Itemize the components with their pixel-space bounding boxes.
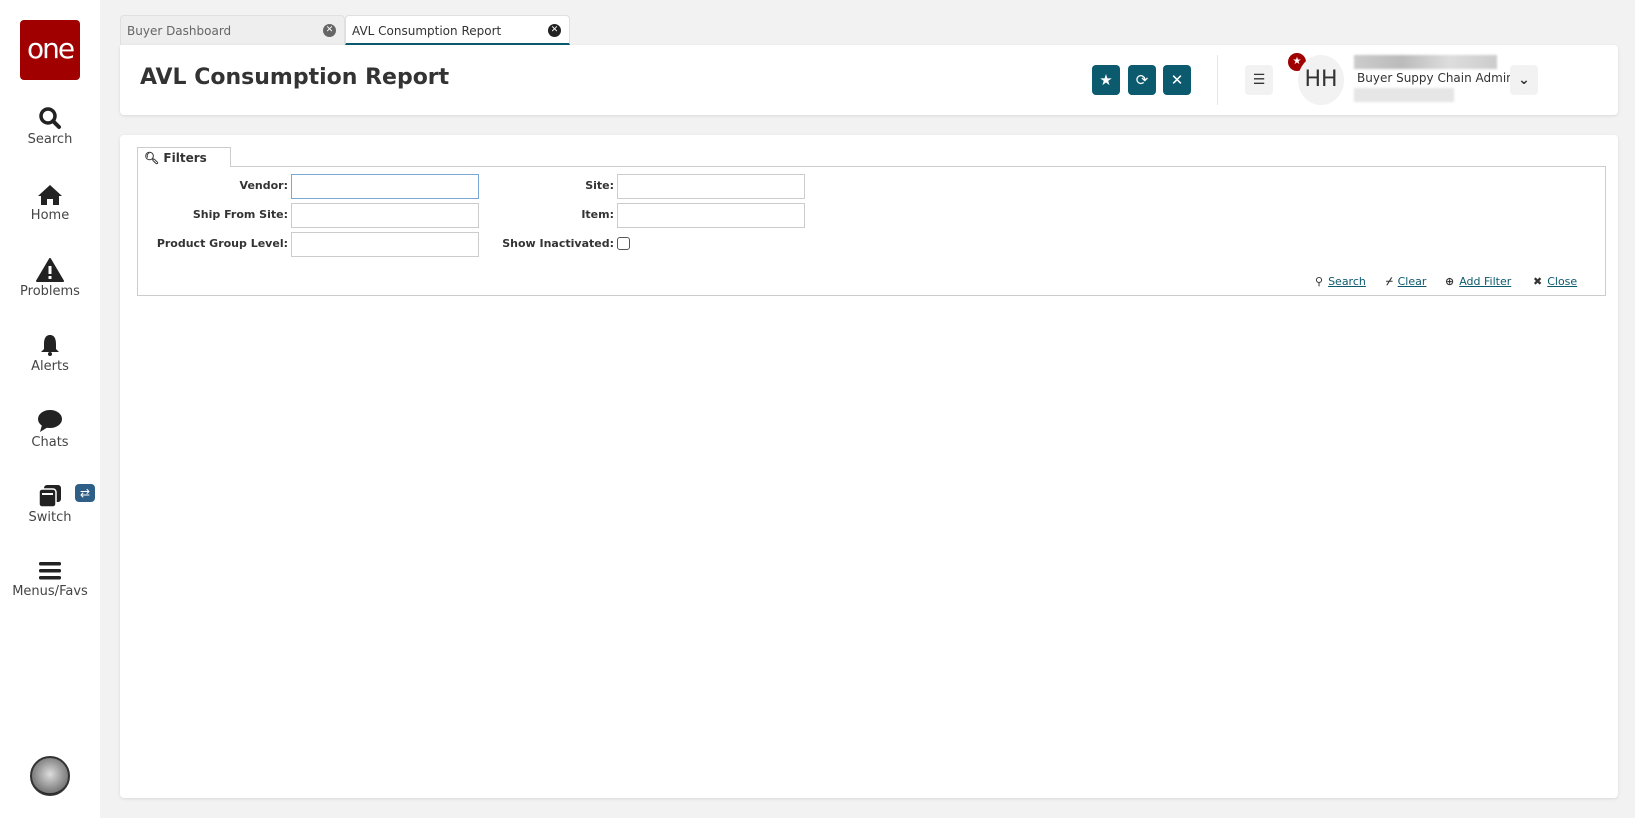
close-icon: ✕ [1170, 71, 1184, 89]
chevron-down-icon: ⌄ [1518, 72, 1530, 88]
sidebar-item-search[interactable]: Search [0, 106, 100, 147]
search-icon: 🔍︎ [144, 151, 160, 165]
filters-tab[interactable]: 🔍︎ Filters [137, 147, 231, 167]
show-inactivated-checkbox[interactable] [617, 237, 630, 250]
report-panel: 🔍︎ Filters Vendor: Ship From Site: Produ… [120, 135, 1618, 798]
warning-icon [36, 258, 64, 282]
sidebar-item-label: Problems [20, 284, 80, 299]
sidebar-item-menus-favs[interactable]: Menus/Favs [0, 560, 100, 599]
sidebar-item-label: Menus/Favs [12, 584, 88, 599]
menu-icon [39, 562, 61, 580]
star-icon: ★ [1099, 71, 1113, 89]
item-label: Item: [581, 208, 614, 221]
site-input[interactable] [617, 174, 805, 199]
assistant-avatar[interactable] [30, 756, 70, 796]
sidebar-item-label: Search [27, 132, 73, 147]
vendor-label: Vendor: [239, 179, 288, 192]
close-icon: ✖ [1533, 275, 1543, 288]
search-icon [39, 107, 61, 129]
clear-link[interactable]: ⌿ Clear [1386, 275, 1426, 289]
chat-icon [38, 410, 62, 432]
switch-badge-icon: ⇄ [75, 484, 95, 502]
refresh-button[interactable]: ⟳ [1128, 65, 1156, 95]
favorite-button[interactable]: ★ [1092, 65, 1120, 95]
sidebar: one Search Home Problems Alerts Chats ⇄ … [0, 0, 100, 818]
sidebar-item-chats[interactable]: Chats [0, 409, 100, 450]
page-header: AVL Consumption Report ★ ⟳ ✕ ☰ ★ HH Buye… [120, 45, 1618, 115]
menu-lines-icon: ☰ [1252, 72, 1266, 88]
user-dropdown-button[interactable]: ⌄ [1510, 65, 1538, 95]
close-tab-icon[interactable]: ✕ [548, 24, 561, 37]
close-button[interactable]: ✕ [1163, 65, 1191, 95]
close-filters-link[interactable]: ✖ Close [1533, 275, 1577, 288]
one-logo[interactable]: one [20, 20, 80, 80]
sidebar-item-alerts[interactable]: Alerts [0, 333, 100, 374]
user-role: Buyer Suppy Chain Admin [1357, 71, 1514, 85]
bell-icon [41, 335, 59, 356]
ship-from-site-label: Ship From Site: [192, 208, 288, 221]
tab-label: AVL Consumption Report [352, 24, 502, 38]
add-filter-link[interactable]: ⊕ Add Filter [1445, 275, 1511, 288]
tab-buyer-dashboard[interactable]: Buyer Dashboard ✕ [120, 15, 345, 45]
switch-icon [38, 485, 61, 508]
plus-circle-icon: ⊕ [1445, 275, 1455, 288]
close-link-label: Close [1547, 275, 1578, 288]
home-icon [38, 185, 62, 205]
redacted-user-name [1354, 55, 1497, 69]
tab-avl-consumption-report[interactable]: AVL Consumption Report ✕ [345, 15, 570, 45]
search-icon: ⚲ [1315, 275, 1324, 288]
tab-label: Buyer Dashboard [127, 24, 232, 38]
filters-box: Vendor: Ship From Site: Product Group Le… [137, 166, 1606, 296]
close-tab-icon[interactable]: ✕ [323, 24, 336, 37]
show-inactivated-label: Show Inactivated: [502, 237, 614, 250]
sidebar-item-problems[interactable]: Problems [0, 258, 100, 299]
sidebar-item-label: Chats [31, 435, 69, 450]
sidebar-item-switch[interactable]: ⇄ Switch [0, 484, 100, 525]
notifications-menu-button[interactable]: ☰ [1245, 65, 1273, 95]
site-label: Site: [585, 179, 614, 192]
item-input[interactable] [617, 203, 805, 228]
page-title: AVL Consumption Report [140, 65, 450, 90]
product-group-level-label: Product Group Level: [156, 237, 288, 250]
sidebar-item-label: Alerts [31, 359, 69, 374]
sidebar-item-home[interactable]: Home [0, 184, 100, 223]
filters-tab-label: Filters [163, 151, 207, 165]
search-link[interactable]: ⚲ Search [1315, 275, 1366, 288]
add-filter-link-label: Add Filter [1459, 275, 1512, 288]
sidebar-item-label: Home [30, 208, 70, 223]
search-link-label: Search [1328, 275, 1366, 288]
clear-link-label: Clear [1397, 275, 1427, 288]
redacted-user-org [1354, 88, 1454, 102]
divider [1217, 55, 1218, 105]
broom-icon: ⌿ [1386, 275, 1393, 288]
sidebar-item-label: Switch [28, 510, 72, 525]
refresh-icon: ⟳ [1135, 71, 1149, 89]
avatar[interactable]: HH [1298, 55, 1344, 105]
